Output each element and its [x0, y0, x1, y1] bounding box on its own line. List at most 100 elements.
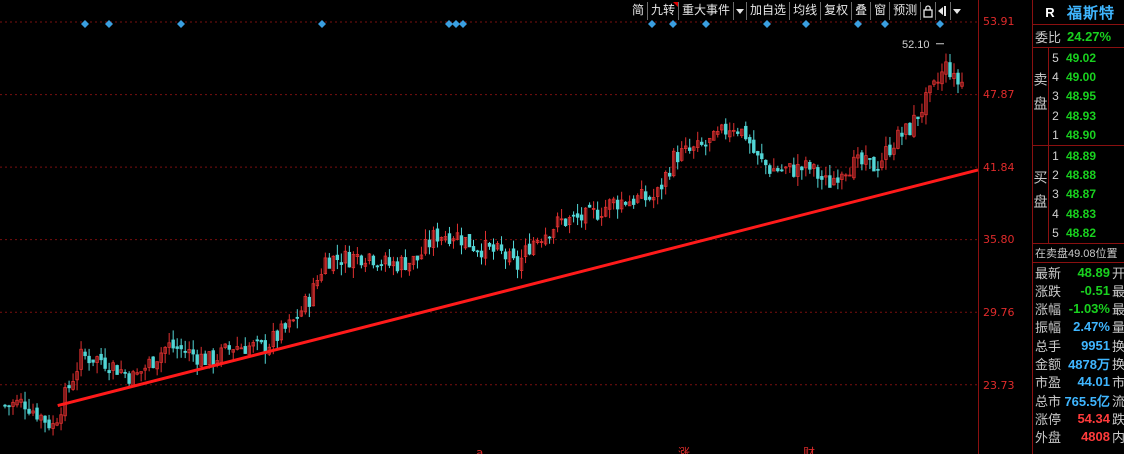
- toolbar-add-watchlist-button[interactable]: 加自选: [746, 2, 789, 20]
- buy-order-row[interactable]: 5 48.82: [1049, 224, 1124, 243]
- candle-body: [756, 151, 760, 156]
- toolbar-window-button[interactable]: 窗: [870, 2, 889, 20]
- event-marker-icon[interactable]: [81, 20, 89, 28]
- stat-label: 外盘: [1035, 430, 1062, 446]
- candle-body: [571, 214, 576, 217]
- sell-order-level: 3: [1052, 89, 1059, 104]
- candle-body: [387, 257, 392, 266]
- event-letter-marker[interactable]: a: [476, 446, 483, 454]
- event-marker-icon[interactable]: [452, 20, 460, 28]
- toolbar-adjust-button[interactable]: 复权: [820, 2, 851, 20]
- candle-body: [776, 168, 780, 172]
- stat-value: 9951: [1081, 337, 1110, 353]
- stock-name[interactable]: 福斯特: [1067, 2, 1115, 23]
- event-marker-icon[interactable]: [177, 20, 185, 28]
- event-marker-icon[interactable]: [936, 20, 944, 28]
- toolbar-nine-turn-button[interactable]: 九转: [647, 2, 679, 20]
- candle-body: [467, 234, 472, 248]
- candle-body: [563, 218, 568, 226]
- candle-body: [908, 122, 912, 136]
- candle-body: [595, 209, 600, 220]
- event-marker-icon[interactable]: [854, 20, 862, 28]
- event-marker-icon[interactable]: [881, 20, 889, 28]
- event-marker-icon[interactable]: [105, 20, 113, 28]
- stat-value: 4808: [1081, 429, 1110, 445]
- candle-body: [748, 137, 752, 144]
- stat-row: 最新 48.89 开: [1033, 263, 1124, 281]
- candle-body: [195, 354, 199, 365]
- candle-body: [511, 248, 516, 259]
- stat-value: 765.5亿: [1064, 393, 1110, 409]
- event-marker-icon[interactable]: [802, 20, 810, 28]
- buy-order-level: 1: [1052, 148, 1059, 163]
- candle-body: [579, 214, 584, 221]
- candle-body: [255, 339, 259, 342]
- quote-panel: R 福斯特 委比 24.27% 卖盘 5 49.02 4 49.00 3 48.95 2 48…: [1032, 0, 1124, 454]
- candle-body: [876, 168, 880, 171]
- stat-value: 54.34: [1077, 410, 1110, 426]
- buy-order-row[interactable]: 1 48.89: [1049, 146, 1124, 165]
- price-tick: 35.80: [983, 233, 1015, 246]
- price-tick: 47.87: [983, 88, 1015, 101]
- candle-body: [107, 370, 111, 374]
- candlestick-plot[interactable]: 52.10 a 涨 财: [0, 0, 978, 454]
- event-marker-icon[interactable]: [648, 20, 656, 28]
- stat-next-label: 最: [1111, 283, 1124, 299]
- candle-body: [736, 131, 740, 134]
- candle-body: [704, 144, 708, 147]
- sell-order-price: 49.00: [1066, 70, 1097, 85]
- toolbar-major-events-button[interactable]: 重大事件: [678, 2, 733, 20]
- candle-body: [800, 166, 804, 171]
- toolbar-simplified-button[interactable]: 简: [629, 2, 647, 20]
- event-marker-icon[interactable]: [459, 20, 467, 28]
- buy-order-row[interactable]: 4 48.83: [1049, 204, 1124, 223]
- chevron-down-icon[interactable]: [733, 2, 746, 20]
- candle-body: [91, 359, 95, 363]
- price-tick: 23.73: [983, 379, 1015, 392]
- sell-order-price: 48.90: [1066, 128, 1097, 143]
- candle-body: [3, 404, 7, 407]
- candle-body: [83, 351, 87, 357]
- candle-body: [808, 162, 812, 170]
- stat-next-label: 开: [1111, 265, 1124, 281]
- stat-row: 金额 4878万换: [1033, 354, 1124, 372]
- event-marker-icon[interactable]: [702, 20, 710, 28]
- event-marker-icon[interactable]: [445, 20, 453, 28]
- buy-order-price: 48.88: [1066, 168, 1097, 183]
- candle-body: [307, 296, 312, 307]
- event-letter-marker[interactable]: 涨: [678, 445, 690, 454]
- candle-body: [375, 265, 380, 268]
- candle-body: [860, 152, 864, 165]
- buy-order-row[interactable]: 2 48.88: [1049, 165, 1124, 184]
- candle-body: [171, 339, 175, 349]
- lock-icon[interactable]: [920, 2, 935, 20]
- sell-order-price: 49.02: [1066, 50, 1097, 65]
- candle-body: [828, 175, 832, 188]
- chevron-down-icon[interactable]: [950, 2, 963, 20]
- candle-body: [780, 169, 784, 172]
- candle-body: [764, 159, 768, 166]
- sell-order-row[interactable]: 1 48.90: [1049, 126, 1124, 145]
- r-badge[interactable]: R: [1033, 5, 1067, 20]
- candle-body: [688, 147, 692, 151]
- event-marker-icon[interactable]: [318, 20, 326, 28]
- sell-order-row[interactable]: 4 49.00: [1049, 67, 1124, 86]
- event-marker-icon[interactable]: [763, 20, 771, 28]
- toolbar-forecast-button[interactable]: 预测: [889, 2, 920, 20]
- candle-body: [700, 141, 704, 145]
- candle-body: [259, 340, 263, 343]
- toolbar-moving-average-button[interactable]: 均线: [789, 2, 820, 20]
- sell-order-row[interactable]: 2 48.93: [1049, 106, 1124, 125]
- candle-body: [27, 408, 31, 414]
- sell-order-row[interactable]: 5 49.02: [1049, 48, 1124, 67]
- sell-order-row[interactable]: 3 48.95: [1049, 87, 1124, 106]
- collapse-panel-icon[interactable]: [935, 2, 950, 20]
- kline-chart[interactable]: 52.10 a 涨 财 简 九转 重大事件 加自选 均线 复权 叠 窗 预测: [0, 0, 978, 454]
- event-letter-marker[interactable]: 财: [803, 446, 815, 454]
- toolbar-overlay-button[interactable]: 叠: [851, 2, 870, 20]
- position-text: 在卖盘49.08位置: [1033, 244, 1124, 263]
- stat-label: 最新: [1035, 265, 1062, 281]
- trend-line[interactable]: [57, 168, 978, 408]
- buy-order-row[interactable]: 3 48.87: [1049, 185, 1124, 204]
- event-marker-icon[interactable]: [669, 20, 677, 28]
